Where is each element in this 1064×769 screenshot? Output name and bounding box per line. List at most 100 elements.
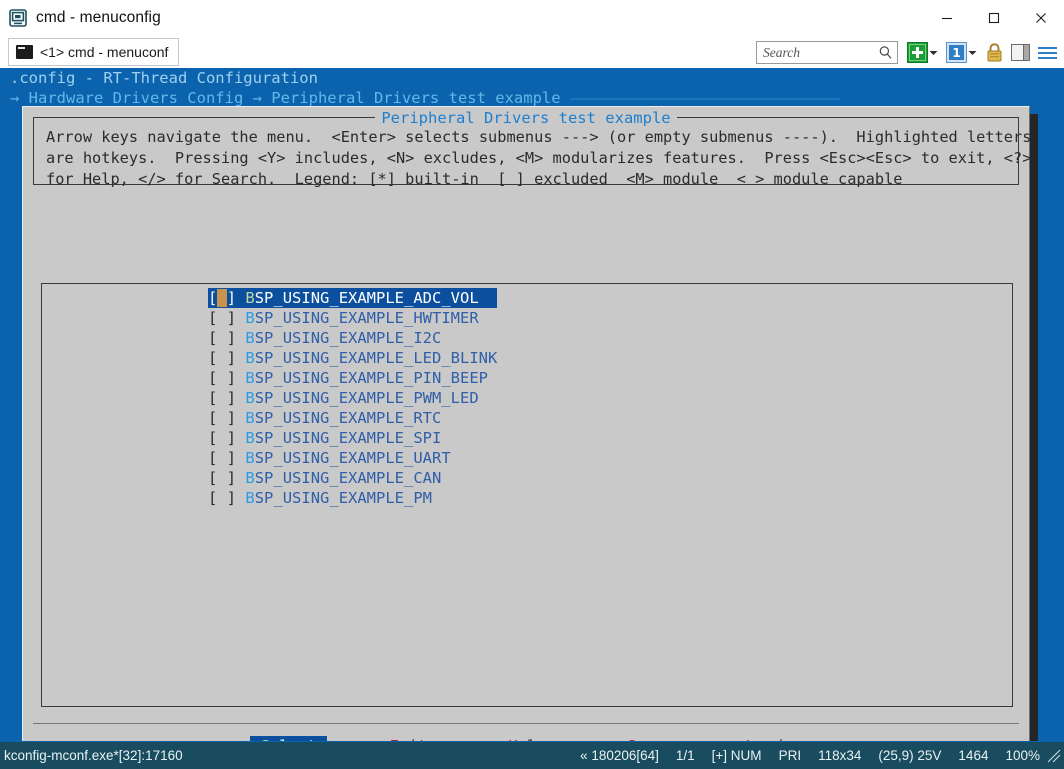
conemu-window: cmd - menuconfig <1> cmd - menuconf (0, 0, 1064, 769)
button-separator (33, 723, 1019, 724)
menu-item[interactable]: [ ] BSP_USING_EXAMPLE_PWM_LED (208, 388, 497, 408)
menu-item-label: SP_USING_EXAMPLE_ADC_VOL (255, 289, 479, 307)
console-surface[interactable]: .config - RT-Thread Configuration → Hard… (0, 68, 1064, 741)
breadcrumb-rule: ————————————————————————————— (570, 89, 841, 107)
status-handle: 1464 (958, 748, 988, 763)
green-plus-icon[interactable] (907, 42, 928, 63)
menu-item-label: SP_USING_EXAMPLE_HWTIMER (255, 309, 479, 327)
menu-item-hotkey: B (245, 449, 254, 467)
checkbox-state (217, 369, 226, 387)
checkbox-state (217, 349, 226, 367)
window-controls (923, 0, 1064, 36)
menu-item-hotkey: B (245, 489, 254, 507)
breadcrumb: → Hardware Drivers Config → Peripheral D… (10, 88, 841, 108)
checkbox-state (217, 389, 226, 407)
resize-grip[interactable] (1046, 748, 1062, 764)
checkbox-state (217, 329, 226, 347)
search-placeholder: Search (763, 45, 878, 61)
breadcrumb-path: → Hardware Drivers Config → Peripheral D… (10, 89, 570, 107)
menu-item[interactable]: [ ] BSP_USING_EXAMPLE_HWTIMER (208, 308, 497, 328)
checkbox-state (217, 469, 226, 487)
menu-item-label: SP_USING_EXAMPLE_PM (255, 489, 432, 507)
checkbox-bracket-close: ] (227, 389, 246, 407)
dialog-header-box: Peripheral Drivers test example Arrow ke… (33, 117, 1019, 185)
menu-item-hotkey: B (245, 329, 254, 347)
menu-item[interactable]: [ ] BSP_USING_EXAMPLE_RTC (208, 408, 497, 428)
menu-item-label: SP_USING_EXAMPLE_PIN_BEEP (255, 369, 488, 387)
menu-item[interactable]: [ ] BSP_USING_EXAMPLE_PIN_BEEP (208, 368, 497, 388)
checkbox-bracket-open: [ (208, 369, 217, 387)
menu-item[interactable]: [ ] BSP_USING_EXAMPLE_UART (208, 448, 497, 468)
menu-item[interactable]: [ ] BSP_USING_EXAMPLE_SPI (208, 428, 497, 448)
status-process: kconfig-mconf.exe*[32]:17160 (4, 748, 183, 763)
magnifier-icon[interactable] (878, 45, 893, 60)
menu-item[interactable]: [ ] BSP_USING_EXAMPLE_I2C (208, 328, 497, 348)
minimize-button[interactable] (923, 0, 970, 36)
conemu-icon (9, 9, 27, 27)
checkbox-bracket-open: [ (208, 289, 217, 307)
checkbox-bracket-close: ] (227, 329, 246, 347)
checkbox-bracket-close: ] (227, 449, 246, 467)
menu-item[interactable]: [ ] BSP_USING_EXAMPLE_LED_BLINK (208, 348, 497, 368)
checkbox-state (217, 489, 226, 507)
status-priority: PRI (779, 748, 802, 763)
checkbox-bracket-close: ] (227, 409, 246, 427)
status-page: 1/1 (676, 748, 695, 763)
menu-item[interactable]: [ ] BSP_USING_EXAMPLE_PM (208, 488, 497, 508)
dialog-button-bar: <Select>< Exit >< Help >< Save >< Load > (23, 733, 1029, 741)
menu-list-box[interactable]: [ ] BSP_USING_EXAMPLE_ADC_VOL[ ] BSP_USI… (41, 283, 1013, 707)
checkbox-bracket-open: [ (208, 349, 217, 367)
menu-item-hotkey: B (245, 469, 254, 487)
checkbox-bracket-open: [ (208, 409, 217, 427)
maximize-button[interactable] (970, 0, 1017, 36)
menu-item-label: SP_USING_EXAMPLE_PWM_LED (255, 389, 479, 407)
menu-item-label: SP_USING_EXAMPLE_RTC (255, 409, 442, 427)
cursor-block (217, 289, 226, 307)
status-right-group: « 180206[64] 1/1 [+] NUM PRI 118x34 (25,… (563, 748, 1062, 764)
checkbox-bracket-close: ] (227, 309, 246, 327)
blue-one-icon[interactable]: 1 (946, 42, 967, 63)
checkbox-bracket-close: ] (227, 289, 246, 307)
checkbox-bracket-open: [ (208, 489, 217, 507)
title-bar: cmd - menuconfig (0, 0, 1064, 36)
svg-text:1: 1 (952, 46, 960, 60)
menu-item-hotkey: B (245, 409, 254, 427)
checkbox-state (217, 309, 226, 327)
hamburger-menu-icon[interactable] (1037, 45, 1058, 61)
menu-item-label: SP_USING_EXAMPLE_CAN (255, 469, 442, 487)
dialog-caption-text: Peripheral Drivers test example (375, 109, 676, 127)
new-console-chevron-down-icon[interactable] (928, 43, 939, 63)
checkbox-bracket-open: [ (208, 329, 217, 347)
checkbox-bracket-open: [ (208, 429, 217, 447)
checkbox-bracket-open: [ (208, 309, 217, 327)
checkbox-bracket-close: ] (227, 489, 246, 507)
padlock-icon[interactable] (985, 42, 1004, 63)
menu-item-label: SP_USING_EXAMPLE_SPI (255, 429, 442, 447)
toolbar: Search (756, 39, 1058, 66)
checkbox-state (217, 449, 226, 467)
menu-item-label: SP_USING_EXAMPLE_I2C (255, 329, 442, 347)
menuconfig-dialog: Peripheral Drivers test example Arrow ke… (22, 106, 1030, 741)
menu-item-hotkey: B (245, 349, 254, 367)
checkbox-bracket-open: [ (208, 469, 217, 487)
checkbox-bracket-close: ] (227, 469, 246, 487)
checkbox-bracket-open: [ (208, 389, 217, 407)
status-cursor: (25,9) 25V (878, 748, 941, 763)
active-console-chevron-down-icon[interactable] (967, 43, 978, 63)
window-title: cmd - menuconfig (36, 9, 161, 27)
menu-item-hotkey: B (245, 389, 254, 407)
checkbox-bracket-open: [ (208, 449, 217, 467)
config-title: .config - RT-Thread Configuration (10, 68, 318, 88)
dialog-caption: Peripheral Drivers test example (34, 108, 1018, 128)
checkbox-state (217, 429, 226, 447)
checkbox-bracket-close: ] (227, 349, 246, 367)
close-button[interactable] (1017, 0, 1064, 36)
split-pane-icon[interactable] (1011, 42, 1030, 63)
tab-cmd-menuconf[interactable]: <1> cmd - menuconf (8, 38, 179, 66)
status-zoom: 100% (1005, 748, 1040, 763)
menu-item[interactable]: [ ] BSP_USING_EXAMPLE_CAN (208, 468, 497, 488)
menu-item[interactable]: [ ] BSP_USING_EXAMPLE_ADC_VOL (208, 288, 497, 308)
menu-item-hotkey: B (245, 289, 254, 307)
search-input[interactable]: Search (756, 41, 898, 64)
checkbox-bracket-close: ] (227, 429, 246, 447)
